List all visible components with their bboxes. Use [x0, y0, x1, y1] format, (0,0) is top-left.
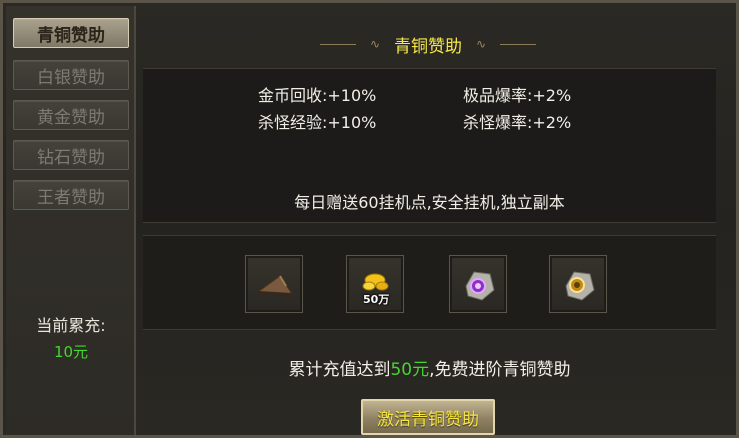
ornament-left-icon: ∿: [369, 37, 380, 51]
sidebar-item-bronze[interactable]: 青铜赞助: [13, 18, 129, 48]
upgrade-prefix: 累计充值达到: [288, 360, 391, 380]
bonus-rare-drop: 极品爆率:+2%: [463, 86, 572, 105]
sidebar-item-silver[interactable]: 白银赞助: [13, 60, 129, 90]
gold-gem-ore-icon: [565, 271, 595, 301]
reward-slot-hat[interactable]: [245, 255, 303, 313]
ornament-right-icon: ∿: [476, 37, 487, 51]
sidebar-item-king[interactable]: 王者赞助: [13, 180, 129, 210]
sidebar: 青铜赞助 白银赞助 黄金赞助 钻石赞助 王者赞助 当前累充: 10元: [6, 6, 136, 435]
sponsor-window: 青铜赞助 白银赞助 黄金赞助 钻石赞助 王者赞助 当前累充: 10元 ∿ 青铜赞…: [0, 0, 739, 438]
purple-gem-ore-icon: [465, 271, 495, 301]
bonus-info-panel: 金币回收:+10% 极品爆率:+2% 杀怪经验:+10% 杀怪爆率:+2% 每日…: [143, 68, 716, 223]
hat-icon: [256, 275, 293, 295]
recharge-value: 10元: [53, 343, 89, 361]
recharge-label: 当前累充:: [36, 316, 106, 335]
title-divider-right: [500, 43, 537, 45]
bonus-kill-exp: 杀怪经验:+10%: [258, 113, 377, 132]
activate-button[interactable]: 激活青铜赞助: [361, 399, 495, 435]
reward-slot-gold-gem[interactable]: [549, 255, 607, 313]
gold-amount: 50万: [363, 293, 390, 306]
reward-panel: 50万: [143, 235, 716, 330]
upgrade-suffix: ,免费进阶青铜赞助: [429, 360, 571, 380]
reward-slot-gold[interactable]: 50万: [346, 255, 404, 313]
title-row: ∿ 青铜赞助 ∿: [303, 31, 553, 57]
bonus-kill-drop: 杀怪爆率:+2%: [463, 113, 572, 132]
page-title: 青铜赞助: [394, 36, 462, 57]
daily-bonus-text: 每日赠送60挂机点,安全挂机,独立副本: [294, 193, 565, 212]
upgrade-condition-text: 累计充值达到50元,免费进阶青铜赞助: [143, 355, 716, 380]
sidebar-item-diamond[interactable]: 钻石赞助: [13, 140, 129, 170]
title-divider-left: [319, 43, 356, 45]
sidebar-item-gold[interactable]: 黄金赞助: [13, 100, 129, 130]
upgrade-amount: 50元: [390, 360, 430, 380]
reward-slot-purple-gem[interactable]: [449, 255, 507, 313]
bonus-gold-recycle: 金币回收:+10%: [258, 86, 377, 105]
